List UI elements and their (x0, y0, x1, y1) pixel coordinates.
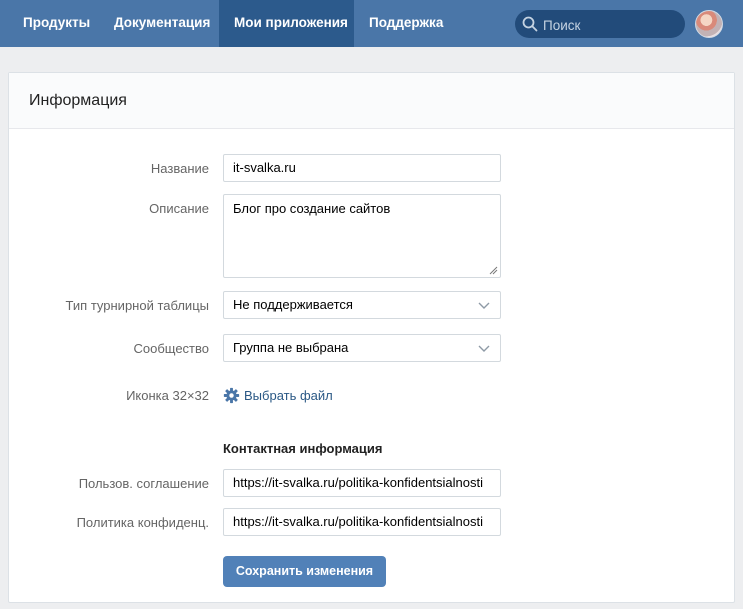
chevron-down-icon (478, 302, 490, 309)
resize-grip-icon[interactable] (489, 266, 498, 275)
description-label: Описание (149, 201, 209, 216)
save-button[interactable]: Сохранить изменения (223, 556, 386, 587)
name-label: Название (150, 161, 209, 176)
community-select[interactable]: Группа не выбрана (223, 334, 501, 362)
leaderboard-label: Тип турнирной таблицы (65, 298, 209, 313)
search-icon (522, 16, 538, 32)
choose-file-link[interactable]: Выбрать файл (244, 388, 333, 403)
nav-products[interactable]: Продукты (10, 0, 103, 47)
leaderboard-value: Не поддерживается (233, 297, 353, 312)
community-value: Группа не выбрана (233, 340, 349, 355)
terms-label: Пользов. соглашение (78, 476, 209, 491)
search-input[interactable]: Поиск (515, 10, 685, 38)
description-textarea[interactable]: Блог про создание сайтов (223, 194, 501, 278)
name-field[interactable]: it-svalka.ru (223, 154, 501, 182)
leaderboard-select[interactable]: Не поддерживается (223, 291, 501, 319)
avatar[interactable] (695, 10, 723, 38)
app-info-card: Информация Название it-svalka.ru Описани… (8, 72, 735, 603)
terms-url-field[interactable]: https://it-svalka.ru/politika-konfidents… (223, 469, 501, 497)
card-header: Информация (9, 73, 734, 129)
privacy-url-field[interactable]: https://it-svalka.ru/politika-konfidents… (223, 508, 501, 536)
community-label: Сообщество (133, 341, 209, 356)
icon-label: Иконка 32×32 (126, 388, 209, 403)
card-title: Информация (29, 92, 127, 109)
search-placeholder: Поиск (543, 18, 581, 33)
privacy-label: Политика конфиденц. (76, 515, 209, 530)
gear-icon[interactable] (223, 387, 240, 404)
nav-documentation[interactable]: Документация (101, 0, 223, 47)
contact-section-title: Контактная информация (223, 441, 383, 456)
nav-support[interactable]: Поддержка (356, 0, 456, 47)
chevron-down-icon (478, 345, 490, 352)
nav-my-apps[interactable]: Мои приложения (219, 0, 354, 47)
description-text: Блог про создание сайтов (233, 201, 391, 216)
top-navigation-bar: Продукты Документация Мои приложения Под… (0, 0, 743, 47)
